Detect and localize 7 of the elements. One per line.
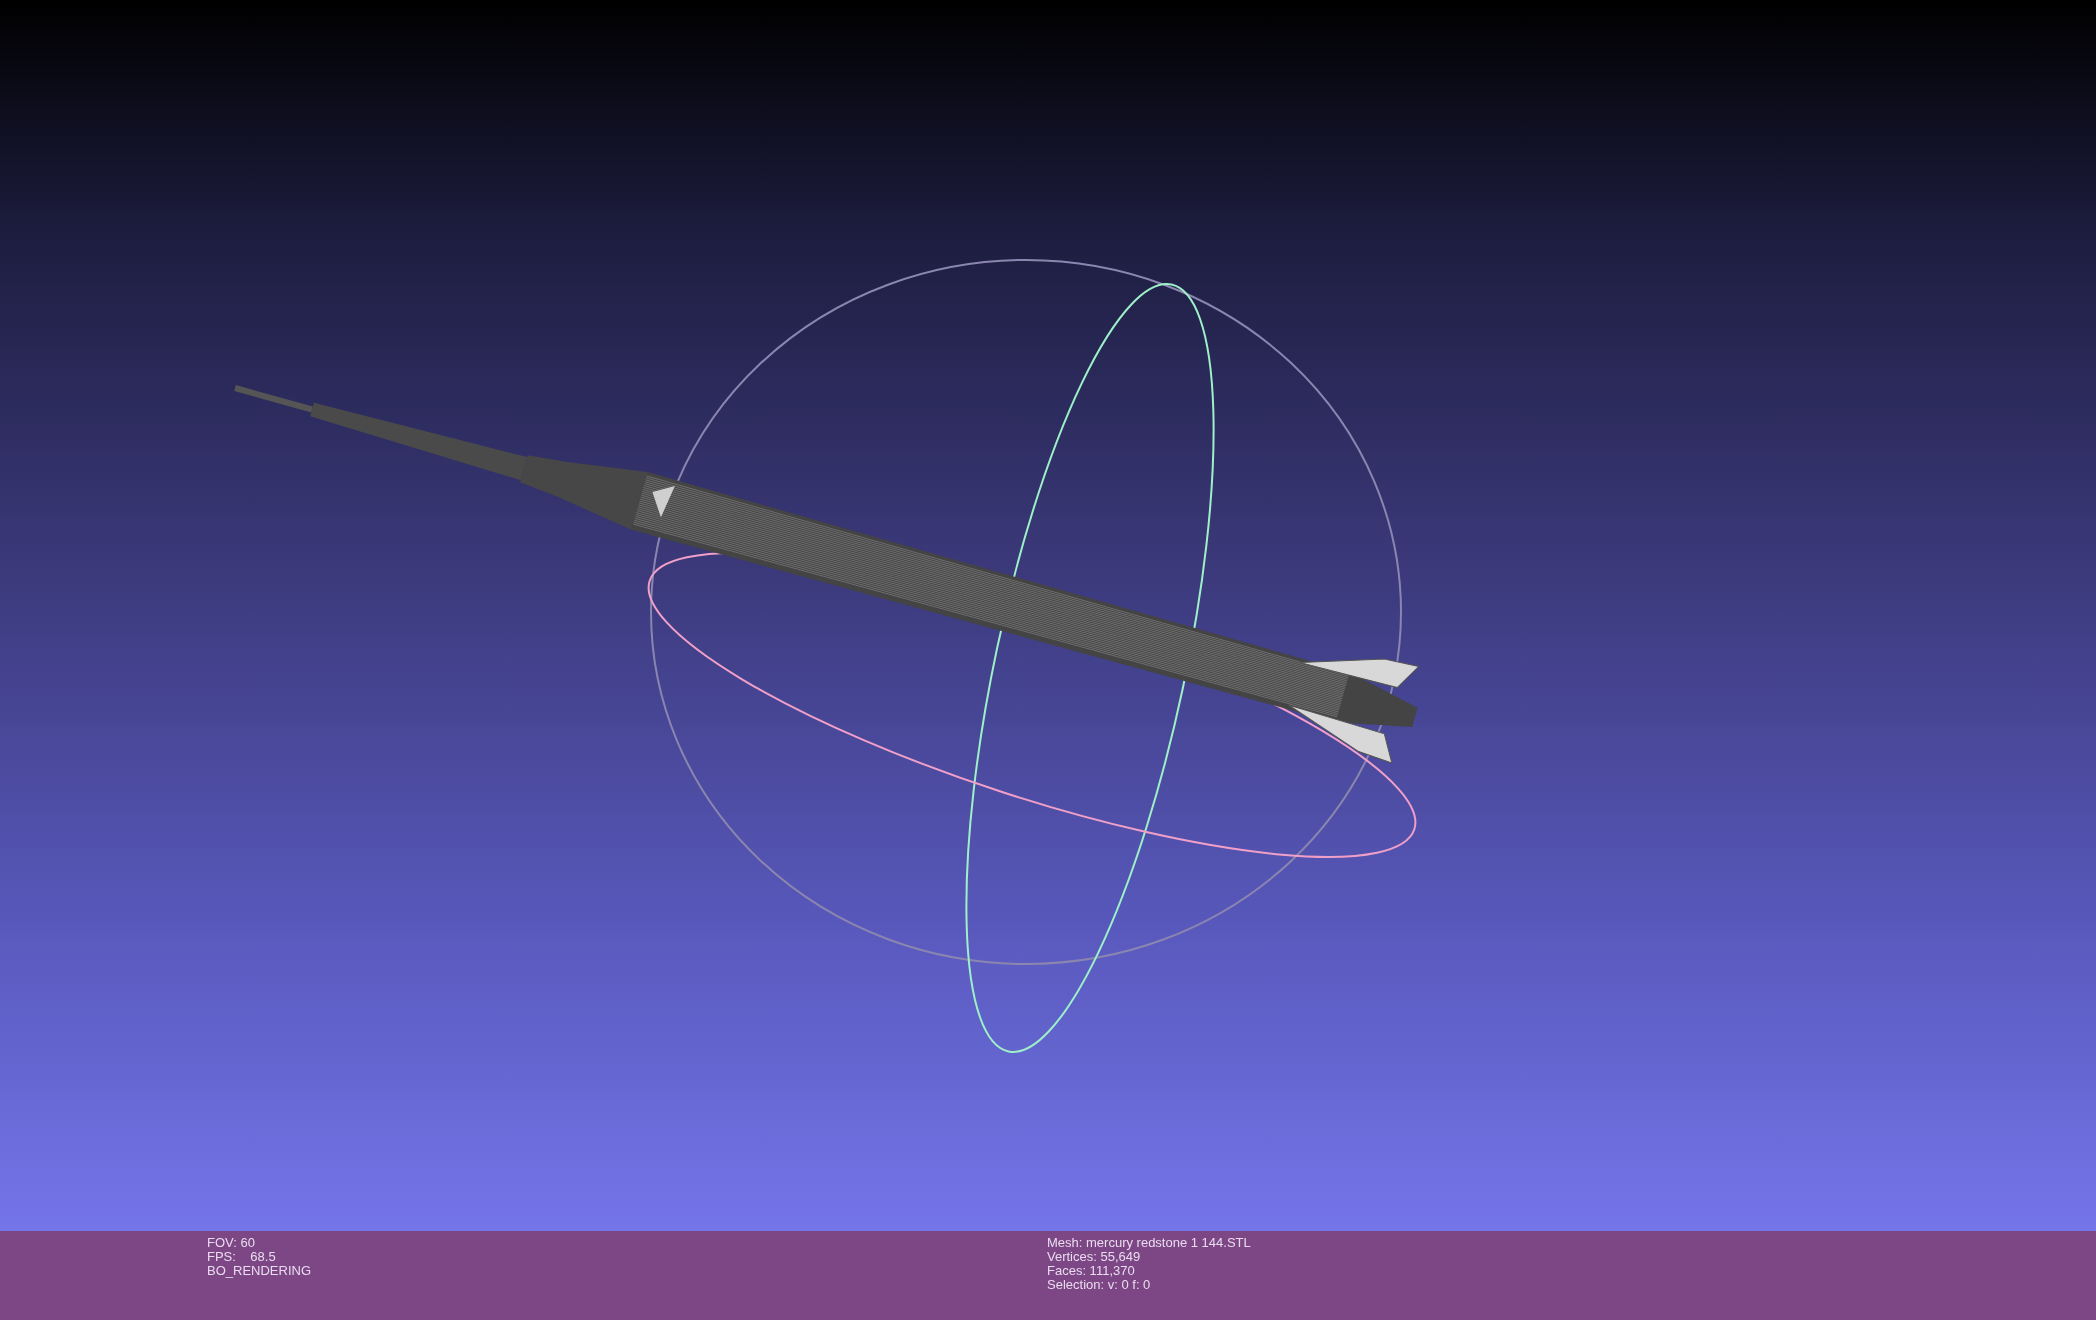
mesh-info-text: Vertices: 55,649 bbox=[1047, 1250, 1142, 1264]
mesh-info-text: Mesh: mercury redstone 1 144.STL bbox=[1047, 1236, 1251, 1250]
viewport-info-text: FOV: 60 bbox=[207, 1236, 256, 1250]
viewport-info-text: BO_RENDERING bbox=[207, 1264, 313, 1278]
viewport-info-text: FPS: 68.5 bbox=[207, 1250, 277, 1264]
mesh-info-text: Selection: v: 0 f: 0 bbox=[1047, 1278, 1152, 1292]
mesh-info-text: Faces: 111,370 bbox=[1047, 1264, 1136, 1278]
